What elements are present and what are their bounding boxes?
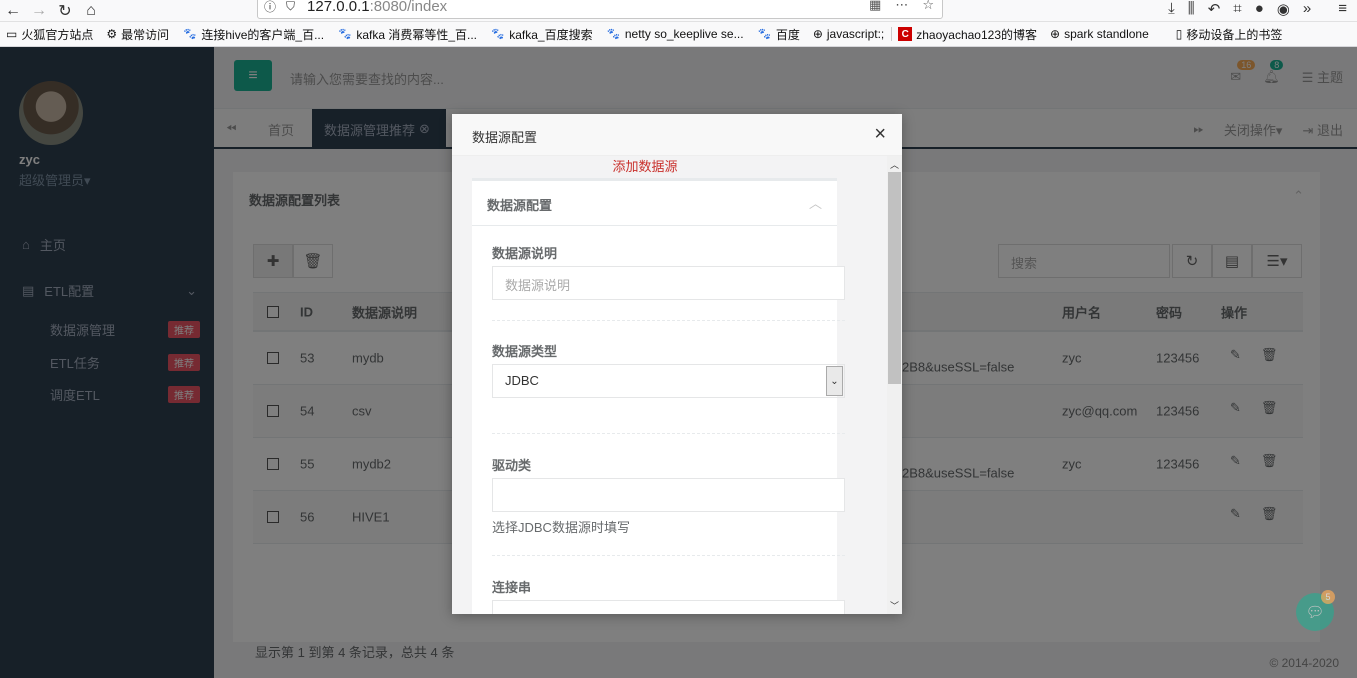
chevron-up-icon[interactable]: ︿: [809, 193, 822, 212]
folder-icon: ▭: [6, 27, 18, 41]
back-icon[interactable]: ←: [0, 0, 26, 22]
datasource-form: 数据源配置 ︿ 数据源说明 数据源说明 数据源类型 JDBC ⌄ 驱动类 选择J…: [472, 178, 845, 614]
url-bar[interactable]: ⓘ ⛉ 127.0.0.1:8080/index ▦ ⋯ ☆: [257, 0, 943, 19]
history-icon[interactable]: ↶: [1208, 0, 1221, 18]
home-icon[interactable]: ⌂: [78, 0, 104, 22]
mobile-icon: ▯: [1175, 27, 1183, 41]
browser-toolbar: ← → ↻ ⌂ ⓘ ⛉ 127.0.0.1:8080/index ▦ ⋯ ☆ ⤓…: [0, 0, 1357, 22]
paw-icon: 🐾︎: [490, 27, 506, 41]
globe-icon: ⊕: [1050, 27, 1061, 41]
modal-header: 数据源配置 ×: [452, 114, 902, 156]
url-host: 127.0.0.1: [307, 0, 370, 15]
chevron-down-icon[interactable]: ⌄: [826, 366, 843, 396]
reload-icon[interactable]: ↻: [52, 0, 78, 22]
datasource-config-modal: 数据源配置 × 添加数据源 数据源配置 ︿ 数据源说明 数据源说明 数据源类型 …: [452, 114, 902, 614]
paw-icon: 🐾︎: [182, 27, 198, 41]
chevron-up-icon[interactable]: ︿: [890, 158, 899, 171]
gear-icon: ⚙: [106, 27, 118, 41]
menu-icon[interactable]: ≡: [1338, 0, 1347, 18]
csdn-icon: C: [898, 27, 913, 41]
modal-title: 数据源配置: [472, 130, 538, 145]
conn-label: 连接串: [492, 580, 532, 595]
forward-icon[interactable]: →: [26, 0, 52, 22]
more-icon[interactable]: ⋯: [895, 0, 908, 13]
form-divider: [492, 433, 845, 434]
bookmark-item[interactable]: Czhaoyachao123的博客: [892, 26, 1044, 43]
overflow-icon[interactable]: »: [1303, 0, 1311, 18]
bookmark-item[interactable]: 🐾︎ netty so_keeplive se...: [600, 27, 751, 41]
type-label: 数据源类型: [492, 344, 558, 359]
paw-icon: 🐾︎: [337, 27, 353, 41]
chat-count-badge: 5: [1321, 590, 1335, 604]
bookmark-item[interactable]: ⊕ spark standlone: [1044, 27, 1156, 41]
account-icon[interactable]: ◉: [1277, 0, 1290, 18]
star-icon[interactable]: ☆: [922, 0, 934, 13]
chat-icon: 💬︎: [1305, 604, 1325, 621]
bookmark-item[interactable]: 🐾︎ kafka 消费幂等性_百...: [331, 26, 484, 43]
bookmark-item[interactable]: ▭ 火狐官方站点: [0, 26, 100, 43]
form-header: 数据源配置 ︿: [472, 181, 837, 226]
bookmark-item[interactable]: ⚙ 最常访问: [100, 26, 176, 43]
driver-label: 驱动类: [492, 458, 532, 473]
conn-input[interactable]: [492, 600, 845, 614]
chevron-down-icon[interactable]: ﹀: [890, 599, 899, 612]
bookmark-item[interactable]: ⊕ javascript:;: [807, 27, 891, 41]
download-icon[interactable]: ⤓: [1168, 0, 1175, 18]
library-icon[interactable]: ⫼: [1188, 0, 1195, 18]
shield-icon: ⛉: [286, 0, 296, 13]
screenshot-icon[interactable]: ⌗: [1233, 0, 1241, 18]
bookmark-item[interactable]: 🐾︎ 连接hive的客户端_百...: [176, 26, 331, 43]
bookmark-item[interactable]: ▯ 移动设备上的书签: [1170, 26, 1290, 43]
type-select[interactable]: JDBC ⌄: [492, 364, 845, 398]
info-icon[interactable]: ⓘ: [264, 0, 276, 15]
close-icon[interactable]: ×: [874, 123, 886, 146]
form-divider: [492, 320, 845, 321]
modal-body: 添加数据源 数据源配置 ︿ 数据源说明 数据源说明 数据源类型 JDBC ⌄ 驱…: [452, 156, 902, 614]
form-section-title: 数据源配置: [487, 198, 553, 213]
modal-scrollbar[interactable]: ︿ ﹀: [887, 156, 902, 614]
add-datasource-link[interactable]: 添加数据源: [452, 156, 838, 175]
url-path: :8080/index: [369, 0, 448, 15]
bookmark-item[interactable]: 🐾︎ 百度: [751, 26, 807, 43]
form-divider: [492, 555, 845, 556]
bookmark-item[interactable]: 🐾︎ kafka_百度搜索: [484, 26, 600, 43]
scrollbar-thumb[interactable]: [888, 172, 901, 384]
paw-icon: 🐾︎: [605, 27, 621, 41]
driver-help-text: 选择JDBC数据源时填写: [492, 520, 630, 535]
chat-icon[interactable]: ●: [1255, 0, 1264, 18]
driver-input[interactable]: [492, 478, 845, 512]
desc-label: 数据源说明: [492, 246, 558, 261]
desc-input[interactable]: 数据源说明: [492, 266, 845, 300]
qr-icon[interactable]: ▦: [869, 0, 881, 13]
bookmarks-bar: ▭ 火狐官方站点 ⚙ 最常访问 🐾︎ 连接hive的客户端_百... 🐾︎ kafka …: [0, 22, 1357, 47]
globe-icon: ⊕: [812, 27, 823, 41]
paw-icon: 🐾︎: [756, 27, 772, 41]
